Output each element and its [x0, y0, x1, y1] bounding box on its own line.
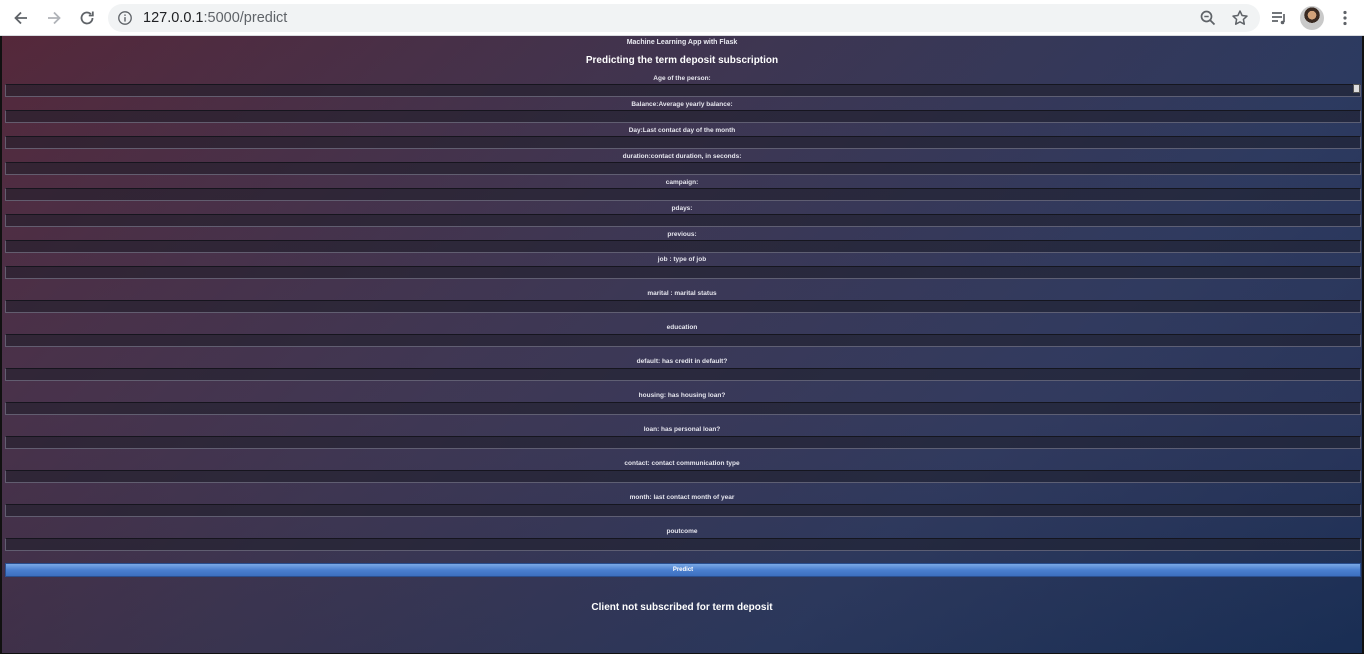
- education-label: education: [666, 324, 698, 331]
- education-input[interactable]: [5, 334, 1361, 347]
- app-title: Machine Learning App with Flask: [626, 39, 738, 46]
- duration-input[interactable]: [5, 162, 1361, 175]
- browser-toolbar: 127.0.0.1:5000/predict: [0, 0, 1364, 36]
- info-icon[interactable]: [116, 9, 134, 27]
- star-icon[interactable]: [1226, 4, 1254, 32]
- media-queue-icon[interactable]: [1265, 4, 1293, 32]
- pdays-label: pdays:: [671, 205, 693, 212]
- poutcome-input[interactable]: [5, 538, 1361, 551]
- zoom-icon[interactable]: [1194, 4, 1222, 32]
- campaign-label: campaign:: [665, 179, 699, 186]
- day-input[interactable]: [5, 136, 1361, 149]
- previous-label: previous:: [667, 231, 697, 238]
- previous-input[interactable]: [5, 240, 1361, 253]
- profile-avatar[interactable]: [1300, 6, 1324, 30]
- day-label: Day:Last contact day of the month: [628, 127, 736, 134]
- loan-label: loan: has personal loan?: [643, 426, 721, 433]
- back-arrow-icon[interactable]: [7, 4, 35, 32]
- job-input[interactable]: [5, 266, 1361, 279]
- job-label: job : type of job: [657, 256, 707, 263]
- month-label: month: last contact month of year: [629, 494, 735, 501]
- pdays-input[interactable]: [5, 214, 1361, 227]
- housing-input[interactable]: [5, 402, 1361, 415]
- url-host: 127.0.0.1: [143, 10, 204, 26]
- balance-label: Balance:Average yearly balance:: [631, 101, 733, 108]
- poutcome-label: poutcome: [666, 528, 698, 535]
- predict-button[interactable]: Predict: [5, 563, 1361, 577]
- url-text: 127.0.0.1:5000/predict: [143, 4, 287, 32]
- marital-label: marital : marital status: [647, 290, 717, 297]
- forward-arrow-icon[interactable]: [40, 4, 68, 32]
- month-input[interactable]: [5, 504, 1361, 517]
- duration-label: duration:contact duration, in seconds:: [622, 153, 742, 160]
- contact-label: contact: contact communication type: [624, 460, 740, 467]
- url-path: :5000/predict: [203, 10, 288, 26]
- page-title: Predicting the term deposit subscription: [585, 55, 779, 66]
- number-spinner-icon[interactable]: [1353, 84, 1360, 93]
- housing-label: housing: has housing loan?: [638, 392, 726, 399]
- address-bar[interactable]: 127.0.0.1:5000/predict: [108, 4, 1260, 32]
- menu-dots-icon[interactable]: [1331, 4, 1359, 32]
- default-label: default: has credit in default?: [636, 358, 728, 365]
- default-input[interactable]: [5, 368, 1361, 381]
- contact-input[interactable]: [5, 470, 1361, 483]
- prediction-result: Client not subscribed for term deposit: [591, 602, 773, 613]
- campaign-input[interactable]: [5, 188, 1361, 201]
- reload-icon[interactable]: [73, 4, 101, 32]
- balance-input[interactable]: [5, 110, 1361, 123]
- age-input[interactable]: [5, 84, 1361, 97]
- age-label: Age of the person:: [653, 75, 711, 82]
- marital-input[interactable]: [5, 300, 1361, 313]
- web-page: Machine Learning App with Flask Predicti…: [0, 36, 1364, 654]
- loan-input[interactable]: [5, 436, 1361, 449]
